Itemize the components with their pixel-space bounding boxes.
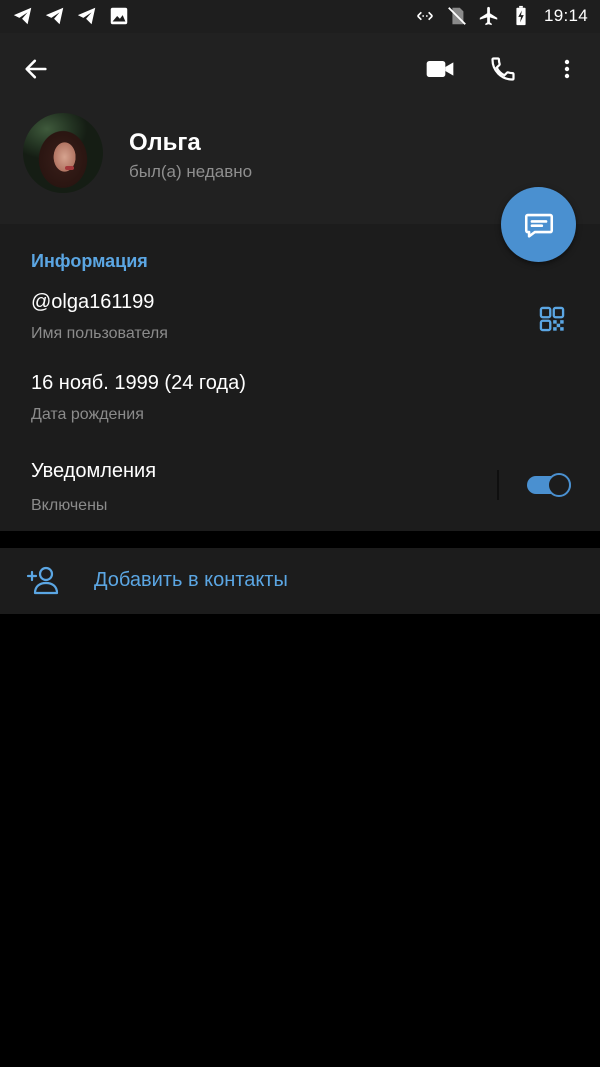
more-vert-icon [564, 59, 570, 79]
image-icon [110, 7, 128, 25]
last-seen-status: был(а) недавно [129, 162, 253, 181]
profile-name: Ольга [129, 129, 201, 156]
send-message-button[interactable] [501, 187, 576, 262]
section-title: Информация [31, 251, 148, 271]
airplane-icon [479, 6, 498, 26]
telegram-icon [45, 7, 64, 25]
more-menu-button[interactable] [545, 47, 589, 91]
add-contact-label: Добавить в контакты [94, 569, 288, 591]
clock: 19:14 [543, 6, 588, 25]
video-call-button[interactable] [418, 47, 462, 91]
battery-charging-icon [516, 5, 526, 26]
qr-code-icon [539, 306, 565, 332]
add-contact-button[interactable]: Добавить в контакты [0, 548, 600, 614]
avatar-photo-detail [65, 166, 74, 170]
data-saver-icon [417, 11, 433, 21]
qr-code-button[interactable] [533, 300, 571, 338]
divider [497, 470, 499, 500]
notifications-toggle[interactable] [527, 473, 571, 497]
profile-header: Ольга был(а) недавно [0, 33, 600, 224]
message-icon [524, 213, 553, 238]
arrow-left-icon [25, 59, 47, 79]
call-button[interactable] [481, 47, 525, 91]
birthday-value: 16 нояб. 1999 (24 года) [31, 372, 246, 394]
avatar[interactable] [23, 113, 103, 193]
notifications-state: Включены [31, 497, 108, 514]
birthday-label: Дата рождения [31, 406, 144, 423]
add-person-icon [26, 566, 59, 595]
telegram-icon [13, 7, 32, 25]
username-label: Имя пользователя [31, 325, 168, 342]
phone-icon [491, 57, 515, 81]
video-call-icon [426, 61, 454, 77]
notifications-title: Уведомления [31, 460, 157, 482]
telegram-icon [77, 7, 96, 25]
back-button[interactable] [14, 47, 58, 91]
username-value: @olga161199 [31, 291, 155, 313]
info-section: Информация @olga161199 Имя пользователя … [0, 224, 600, 531]
no-sim-icon [448, 7, 466, 25]
status-bar: 19:14 [0, 0, 600, 33]
toggle-knob [547, 473, 571, 497]
